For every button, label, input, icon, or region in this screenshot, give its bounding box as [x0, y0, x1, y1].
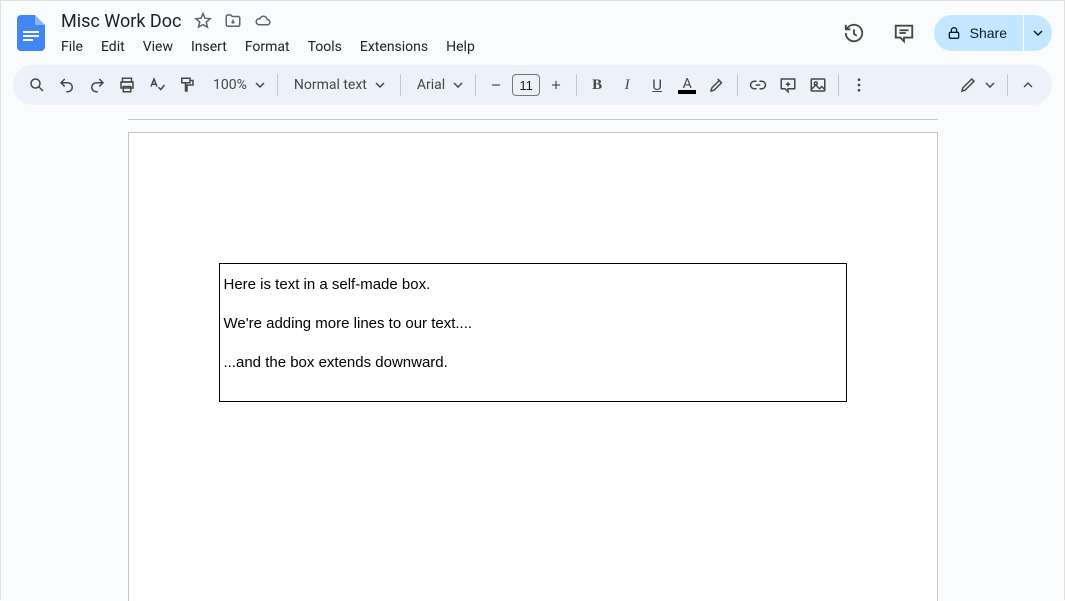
previous-page-fragment[interactable]: [128, 119, 938, 120]
search-menus-icon[interactable]: [23, 71, 51, 99]
title-area: Misc Work Doc File Edit View Insert Form…: [53, 9, 483, 59]
separator: [400, 74, 401, 96]
star-icon[interactable]: [191, 9, 215, 33]
separator: [1007, 74, 1008, 96]
insert-link-icon[interactable]: [744, 71, 772, 99]
separator: [475, 74, 476, 96]
share-button[interactable]: Share: [934, 15, 1023, 51]
paragraph-style-select[interactable]: Normal text: [284, 71, 394, 99]
menubar: File Edit View Insert Format Tools Exten…: [53, 33, 483, 59]
caret-down-icon: [985, 80, 995, 90]
print-icon[interactable]: [113, 71, 141, 99]
caret-down-icon: [255, 80, 265, 90]
italic-button[interactable]: I: [613, 71, 641, 99]
text-line[interactable]: Here is text in a self-made box.: [224, 274, 842, 295]
menu-extensions[interactable]: Extensions: [352, 35, 436, 59]
text-box[interactable]: Here is text in a self-made box. We're a…: [219, 263, 847, 402]
document-canvas[interactable]: Here is text in a self-made box. We're a…: [1, 115, 1064, 601]
editing-mode-select[interactable]: [949, 71, 1001, 99]
cloud-status-icon[interactable]: [251, 9, 275, 33]
highlight-button[interactable]: [703, 71, 731, 99]
caret-down-icon: [1033, 28, 1043, 38]
text-line[interactable]: ...and the box extends downward.: [224, 352, 842, 373]
zoom-select[interactable]: 100%: [203, 71, 271, 99]
font-select[interactable]: Arial: [407, 71, 469, 99]
menu-format[interactable]: Format: [237, 35, 298, 59]
redo-icon[interactable]: [83, 71, 111, 99]
decrease-font-size[interactable]: [482, 71, 510, 99]
caret-down-icon: [453, 80, 463, 90]
text-color-button[interactable]: A: [673, 71, 701, 99]
undo-icon[interactable]: [53, 71, 81, 99]
underline-button[interactable]: U: [643, 71, 671, 99]
separator: [576, 74, 577, 96]
share-label: Share: [970, 25, 1007, 41]
history-icon[interactable]: [834, 13, 874, 53]
spellcheck-icon[interactable]: [143, 71, 171, 99]
separator: [838, 74, 839, 96]
font-value: Arial: [417, 77, 445, 93]
text-line[interactable]: We're adding more lines to our text....: [224, 313, 842, 334]
zoom-value: 100%: [213, 77, 247, 93]
caret-down-icon: [375, 80, 385, 90]
toolbar: 100% Normal text Arial B I U A: [13, 65, 1052, 105]
docs-logo[interactable]: [13, 9, 49, 57]
style-value: Normal text: [294, 77, 367, 93]
menu-file[interactable]: File: [53, 35, 91, 59]
document-page[interactable]: Here is text in a self-made box. We're a…: [128, 132, 938, 601]
more-options-icon[interactable]: [845, 71, 873, 99]
toolbar-container: 100% Normal text Arial B I U A: [1, 65, 1064, 115]
menu-tools[interactable]: Tools: [300, 35, 350, 59]
separator: [277, 74, 278, 96]
comments-icon[interactable]: [884, 13, 924, 53]
add-comment-icon[interactable]: [774, 71, 802, 99]
document-title[interactable]: Misc Work Doc: [57, 9, 185, 34]
menu-help[interactable]: Help: [438, 35, 483, 59]
move-folder-icon[interactable]: [221, 9, 245, 33]
lock-icon: [946, 25, 962, 41]
separator: [737, 74, 738, 96]
insert-image-icon[interactable]: [804, 71, 832, 99]
font-size-input[interactable]: [512, 74, 540, 96]
menu-view[interactable]: View: [135, 35, 181, 59]
pencil-icon: [959, 76, 977, 94]
header-actions: Share: [834, 9, 1052, 57]
bold-button[interactable]: B: [583, 71, 611, 99]
collapse-toolbar-icon[interactable]: [1014, 71, 1042, 99]
menu-insert[interactable]: Insert: [183, 35, 235, 59]
menu-edit[interactable]: Edit: [93, 35, 133, 59]
app-header: Misc Work Doc File Edit View Insert Form…: [1, 1, 1064, 65]
paint-format-icon[interactable]: [173, 71, 201, 99]
share-dropdown[interactable]: [1024, 15, 1052, 51]
increase-font-size[interactable]: [542, 71, 570, 99]
